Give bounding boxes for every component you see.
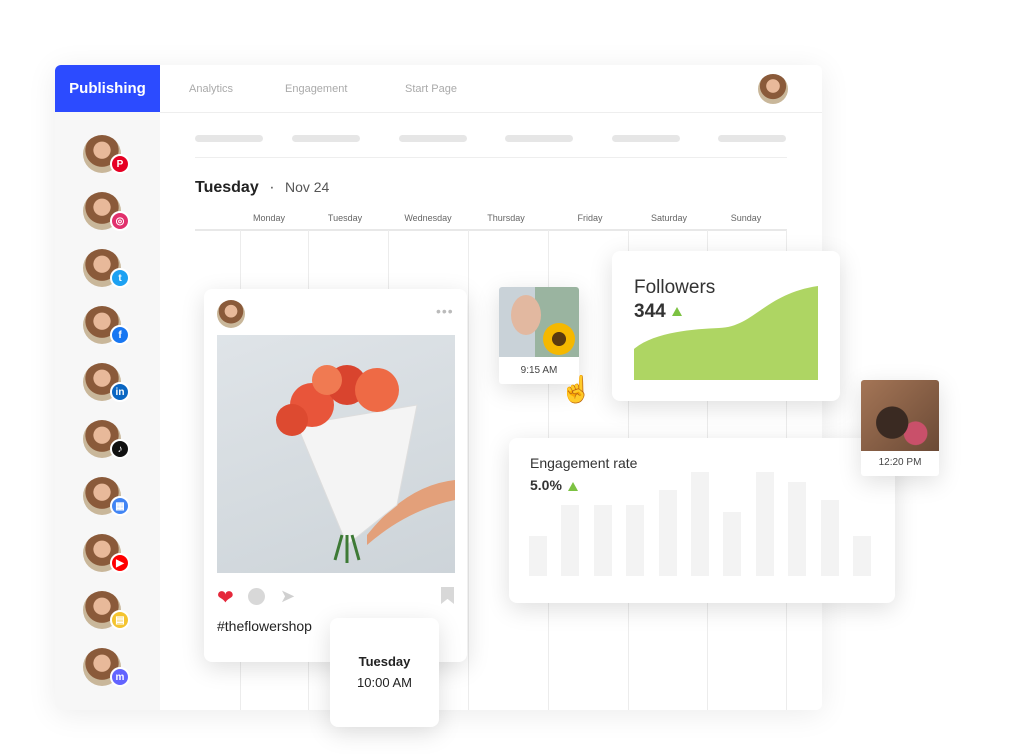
followers-area-chart [634,286,818,380]
pinterest-icon: P [110,154,130,174]
engagement-rate-card: Engagement rate 5.0% [509,438,895,603]
engagement-bar-chart [529,468,871,576]
tiktok-icon: ♪ [110,439,130,459]
post-image [217,335,455,573]
tab-start-page[interactable]: Start Page [405,65,457,112]
engagement-bar [755,472,774,576]
bookmark-icon[interactable] [441,587,454,604]
mastodon-icon: m [110,667,130,687]
post-preview-card[interactable]: ••• ❤ ➤ #theflowershop [204,289,467,662]
placeholder-bar [399,135,467,142]
calendar-heading: Tuesday · Nov 24 [195,179,330,196]
trend-up-icon [567,481,578,491]
engagement-bar [788,482,807,576]
scheduled-post-card[interactable]: 9:15 AM [499,287,579,384]
engagement-bar [723,511,742,576]
tab-engagement[interactable]: Engagement [285,65,347,112]
youtube-icon: ▶ [110,553,130,573]
placeholder-bar [292,135,360,142]
start-page-icon: ▤ [110,610,130,630]
divider [195,157,787,158]
header-divider [160,112,822,113]
scheduled-post-thumbnail [861,380,939,451]
linkedin-icon: in [110,382,130,402]
engagement-bar [658,489,677,576]
like-heart-icon[interactable]: ❤ [217,585,234,610]
more-options-icon[interactable]: ••• [436,303,454,319]
user-avatar[interactable] [758,74,788,104]
engagement-title: Engagement rate [530,455,638,471]
engagement-bar [853,536,871,576]
engagement-bar [691,472,709,576]
post-hashtag: #theflowershop [217,618,312,634]
weekday-friday: Friday [577,213,603,223]
schedule-time-card[interactable]: Tuesday 10:00 AM [330,618,439,727]
weekday-tuesday: Tuesday [327,213,363,223]
calendar-column-line [468,230,469,710]
weekday-wednesday: Wednesday [404,213,452,223]
share-icon[interactable]: ➤ [280,586,295,607]
followers-area [634,286,818,380]
placeholder-bar [505,135,573,142]
pointer-hand-cursor-icon: ☝ [560,374,593,404]
tab-analytics[interactable]: Analytics [189,65,233,112]
instagram-icon: ◎ [110,211,130,231]
post-avatar [217,300,245,328]
weekday-sunday: Sunday [730,213,762,223]
calendar-day: Tuesday [195,179,259,196]
weekday-saturday: Saturday [650,213,688,223]
scheduled-post-thumbnail [499,287,579,357]
engagement-bar [820,500,839,576]
schedule-time: 10:00 AM [357,675,412,690]
twitter-icon: t [110,268,130,288]
weekday-monday: Monday [252,213,286,223]
facebook-icon: f [110,325,130,345]
placeholder-bar [195,135,263,142]
engagement-bar [561,505,580,576]
comment-icon[interactable] [248,588,265,605]
placeholder-bar [612,135,680,142]
followers-card: Followers 344 [612,251,840,401]
engagement-bar [626,505,645,576]
engagement-bar [529,536,547,576]
calendar-top-line [195,229,787,231]
google-business-icon: ▦ [110,496,130,516]
scheduled-time: 12:20 PM [878,457,922,468]
scheduled-post-card[interactable]: 12:20 PM [861,380,939,476]
weekday-thursday: Thursday [487,213,525,223]
placeholder-bar [718,135,786,142]
engagement-bar [593,505,612,576]
calendar-date: Nov 24 [284,179,330,195]
schedule-day: Tuesday [358,654,411,669]
engagement-value: 5.0% [530,477,562,493]
tab-publishing[interactable]: Publishing [55,65,160,112]
